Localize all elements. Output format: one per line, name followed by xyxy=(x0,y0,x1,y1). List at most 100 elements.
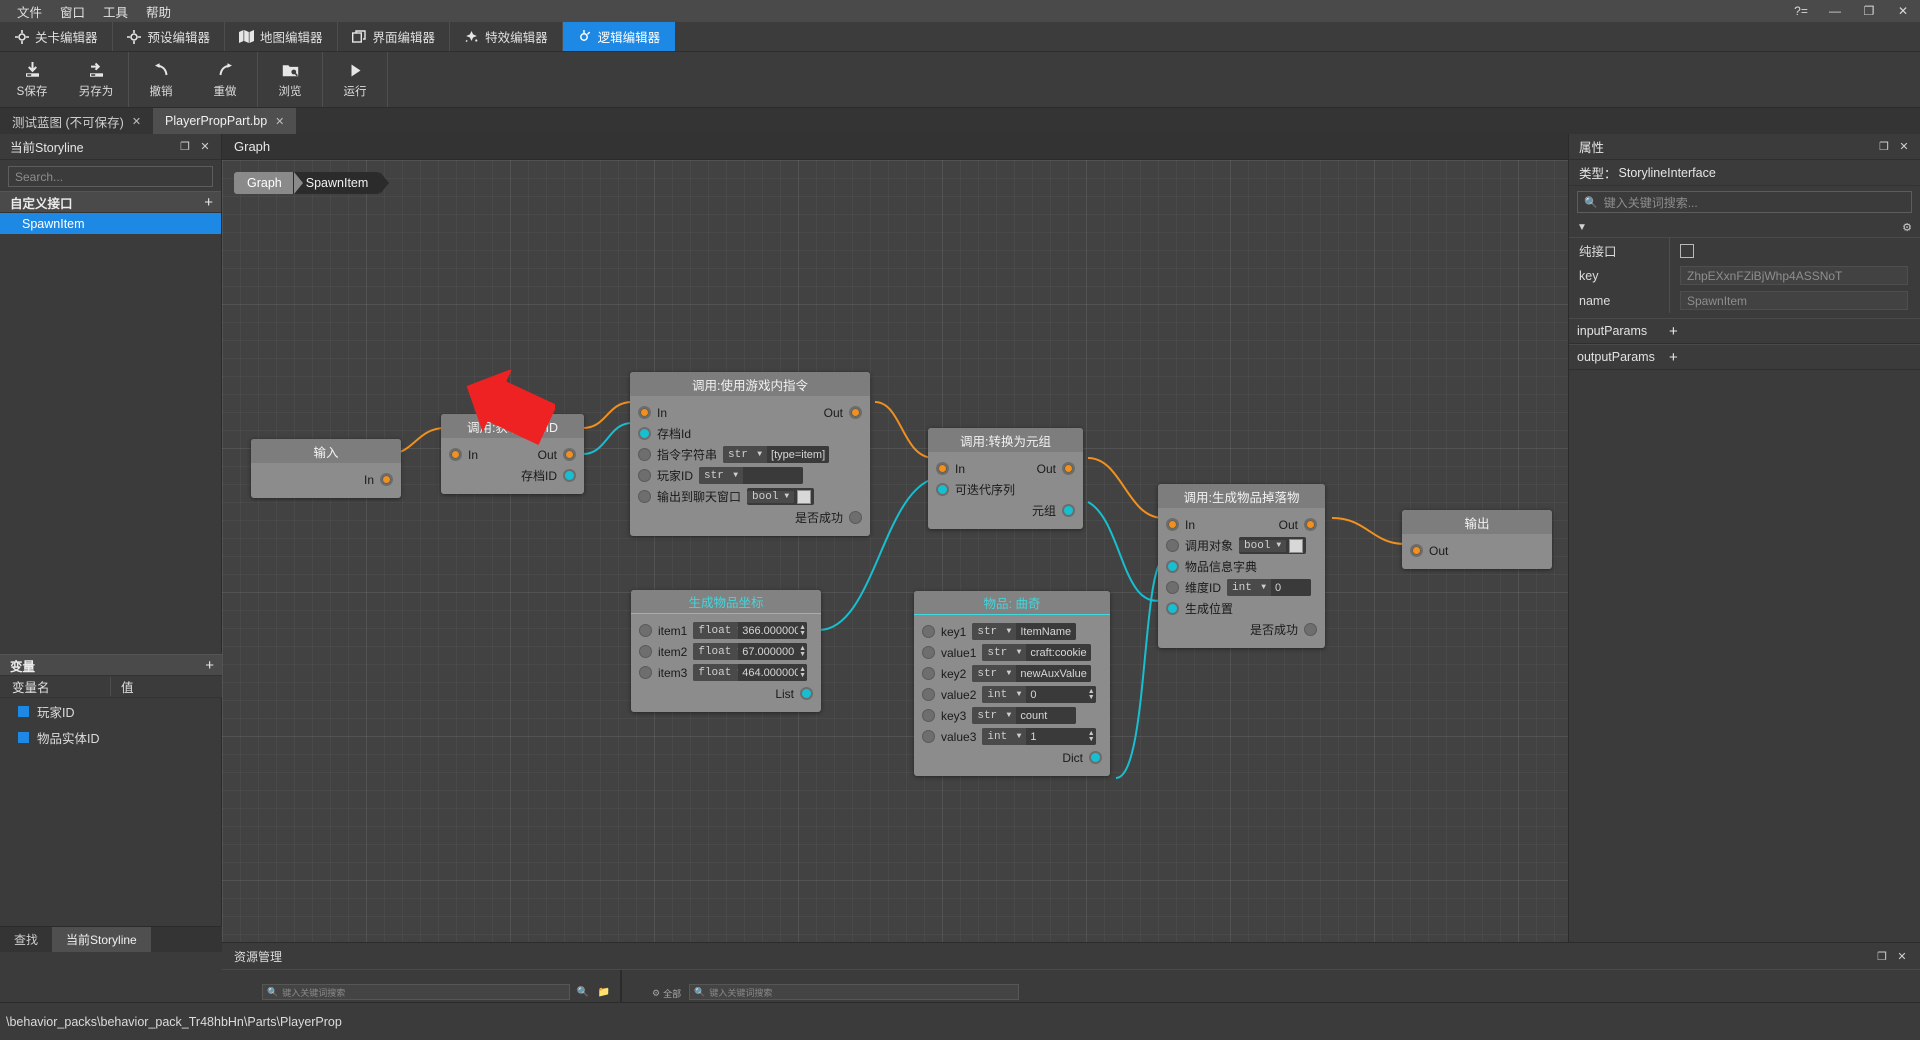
storyline-maximize-icon[interactable]: ❐ xyxy=(175,137,195,157)
pin-off[interactable] xyxy=(638,469,651,482)
value-checkbox[interactable] xyxy=(797,489,812,504)
pin-exec[interactable] xyxy=(1062,462,1075,475)
node-input[interactable]: 输入 In xyxy=(251,439,401,498)
type-dropdown[interactable]: float▼ xyxy=(693,643,742,660)
node-control[interactable]: float▼464.000000▲▼ xyxy=(693,664,807,681)
node-use-game-command[interactable]: 调用:使用游戏内指令 In Out 存档Id 指令字符串 str ▼ [type=item] 玩… xyxy=(630,372,870,536)
properties-close-icon[interactable]: ✕ xyxy=(1894,137,1914,157)
node-control[interactable]: float▼366.000000▲▼ xyxy=(693,622,807,639)
node-control[interactable]: str ▼ xyxy=(699,467,804,484)
menu-item-help[interactable]: 帮助 xyxy=(137,0,180,23)
pin-off[interactable] xyxy=(638,490,651,503)
value-field[interactable]: 464.000000 xyxy=(738,664,799,681)
pin-off[interactable] xyxy=(638,448,651,461)
pin-exec[interactable] xyxy=(638,406,651,419)
node-control[interactable]: bool ▼ xyxy=(1239,537,1307,554)
type-dropdown[interactable]: str ▼ xyxy=(972,623,1017,640)
value-checkbox[interactable] xyxy=(1289,538,1304,553)
toolbar-play-button[interactable]: 运行 xyxy=(323,52,387,107)
spinner-icon[interactable]: ▲ ▼ xyxy=(1086,728,1096,745)
gear-icon[interactable]: ⚙ xyxy=(1902,221,1912,234)
pin-data[interactable] xyxy=(1089,751,1102,764)
node-control[interactable]: int▼0▲▼ xyxy=(982,686,1096,703)
type-dropdown[interactable]: int ▼ xyxy=(1227,579,1272,596)
value-field[interactable]: craft:cookie xyxy=(1026,644,1091,661)
pin-exec[interactable] xyxy=(563,448,576,461)
editor-tab-2[interactable]: 地图编辑器 xyxy=(225,22,338,51)
resource-close-icon[interactable]: ✕ xyxy=(1892,946,1912,966)
pin-exec[interactable] xyxy=(849,406,862,419)
pin-off[interactable] xyxy=(922,625,935,638)
node-control[interactable]: int▼0▲▼ xyxy=(1227,579,1311,596)
pin-off[interactable] xyxy=(639,624,652,637)
tab-current-storyline[interactable]: 当前Storyline xyxy=(52,927,151,952)
resource-folder-icon[interactable]: 📁 xyxy=(596,984,612,1000)
value-field[interactable]: 1 xyxy=(1026,728,1087,745)
node-control[interactable]: float▼67.000000▲▼ xyxy=(693,643,807,660)
type-dropdown[interactable]: bool ▼ xyxy=(1239,539,1287,552)
breadcrumb-spawnitem[interactable]: SpawnItem xyxy=(292,172,389,194)
pin-off[interactable] xyxy=(1304,623,1317,636)
type-dropdown[interactable]: str ▼ xyxy=(972,665,1017,682)
spinner-icon[interactable]: ▲ ▼ xyxy=(798,664,807,681)
chevron-down-icon[interactable]: ▼ xyxy=(1577,222,1587,233)
editor-tab-0[interactable]: 关卡编辑器 xyxy=(0,22,113,51)
pin-off[interactable] xyxy=(922,688,935,701)
type-dropdown[interactable]: str ▼ xyxy=(972,707,1017,724)
resource-search-input-right[interactable]: 🔍 键入关键词搜索 xyxy=(689,984,1020,1000)
key-field[interactable]: ZhpEXxnFZiBjWhp4ASSNoT xyxy=(1680,266,1908,285)
toolbar-save-button[interactable]: S保存 xyxy=(0,52,64,107)
value-field[interactable]: count xyxy=(1016,707,1077,724)
pin-exec[interactable] xyxy=(936,462,949,475)
pin-off[interactable] xyxy=(922,709,935,722)
storyline-close-icon[interactable]: ✕ xyxy=(195,137,215,157)
menu-item-file[interactable]: 文件 xyxy=(8,0,51,23)
close-icon[interactable]: ✕ xyxy=(132,115,141,128)
pin-exec[interactable] xyxy=(1410,544,1423,557)
resource-filter-all[interactable]: ⚙ 全部 xyxy=(652,987,681,1000)
variable-row[interactable]: 玩家ID xyxy=(0,698,222,724)
toolbar-redo-button[interactable]: 重做 xyxy=(193,52,257,107)
properties-maximize-icon[interactable]: ❐ xyxy=(1874,137,1894,157)
type-dropdown[interactable]: str ▼ xyxy=(699,467,744,484)
pin-off[interactable] xyxy=(922,730,935,743)
resource-search-input-left[interactable]: 🔍 键入关键词搜索 xyxy=(262,984,570,1000)
resource-maximize-icon[interactable]: ❐ xyxy=(1872,946,1892,966)
value-field[interactable]: [type=item] xyxy=(767,446,830,463)
document-tab-0[interactable]: 测试蓝图 (不可保存) ✕ xyxy=(0,108,154,134)
editor-tab-4[interactable]: 特效编辑器 xyxy=(450,22,563,51)
pin-data[interactable] xyxy=(1166,602,1179,615)
spinner-icon[interactable]: ▲ ▼ xyxy=(798,643,807,660)
name-field[interactable]: SpawnItem xyxy=(1680,291,1908,310)
minimize-button[interactable]: — xyxy=(1818,0,1852,22)
add-interface-button[interactable]: + xyxy=(204,195,213,210)
resource-refresh-icon[interactable]: 🔍 xyxy=(575,984,591,1000)
pin-data[interactable] xyxy=(1062,504,1075,517)
type-dropdown[interactable]: int ▼ xyxy=(982,728,1027,745)
pin-off[interactable] xyxy=(1166,581,1179,594)
node-item-cookie[interactable]: 物品: 曲奇 key1 str ▼ ItemName value1 str ▼ craft:co… xyxy=(914,591,1110,776)
help-button[interactable]: ?= xyxy=(1784,0,1818,22)
property-search-input[interactable]: 🔍 键入关键词搜索... xyxy=(1577,191,1912,213)
node-spawn-item-drop[interactable]: 调用:生成物品掉落物InOut调用对象bool▼物品信息字典维度IDint▼0▲… xyxy=(1158,484,1325,648)
pin-off[interactable] xyxy=(922,646,935,659)
type-dropdown[interactable]: float▼ xyxy=(693,622,742,639)
type-dropdown[interactable]: str ▼ xyxy=(723,446,768,463)
pin-data[interactable] xyxy=(638,427,651,440)
menu-item-tools[interactable]: 工具 xyxy=(94,0,137,23)
node-output[interactable]: 输出 Out xyxy=(1402,510,1552,569)
variable-row[interactable]: 物品实体ID xyxy=(0,724,222,750)
pin-off[interactable] xyxy=(849,511,862,524)
value-field[interactable]: 0 xyxy=(1026,686,1087,703)
spinner-icon[interactable]: ▲ ▼ xyxy=(798,622,807,639)
node-control[interactable]: bool ▼ xyxy=(747,488,815,505)
value-field[interactable]: ItemName xyxy=(1016,623,1077,640)
pin-data[interactable] xyxy=(563,469,576,482)
value-field[interactable]: 0 xyxy=(1271,579,1311,596)
node-control[interactable]: str ▼ [type=item] xyxy=(723,446,830,463)
storyline-search-input[interactable] xyxy=(8,166,213,187)
editor-tab-5[interactable]: 逻辑编辑器 xyxy=(562,22,676,51)
maximize-button[interactable]: ❐ xyxy=(1852,0,1886,22)
graph-canvas[interactable]: Graph SpawnItem 输入 In 调用:获取存档ID In Out 存… xyxy=(222,160,1568,942)
node-spawn-coords[interactable]: 生成物品坐标item1float▼366.000000▲▼item2float▼… xyxy=(631,590,821,712)
